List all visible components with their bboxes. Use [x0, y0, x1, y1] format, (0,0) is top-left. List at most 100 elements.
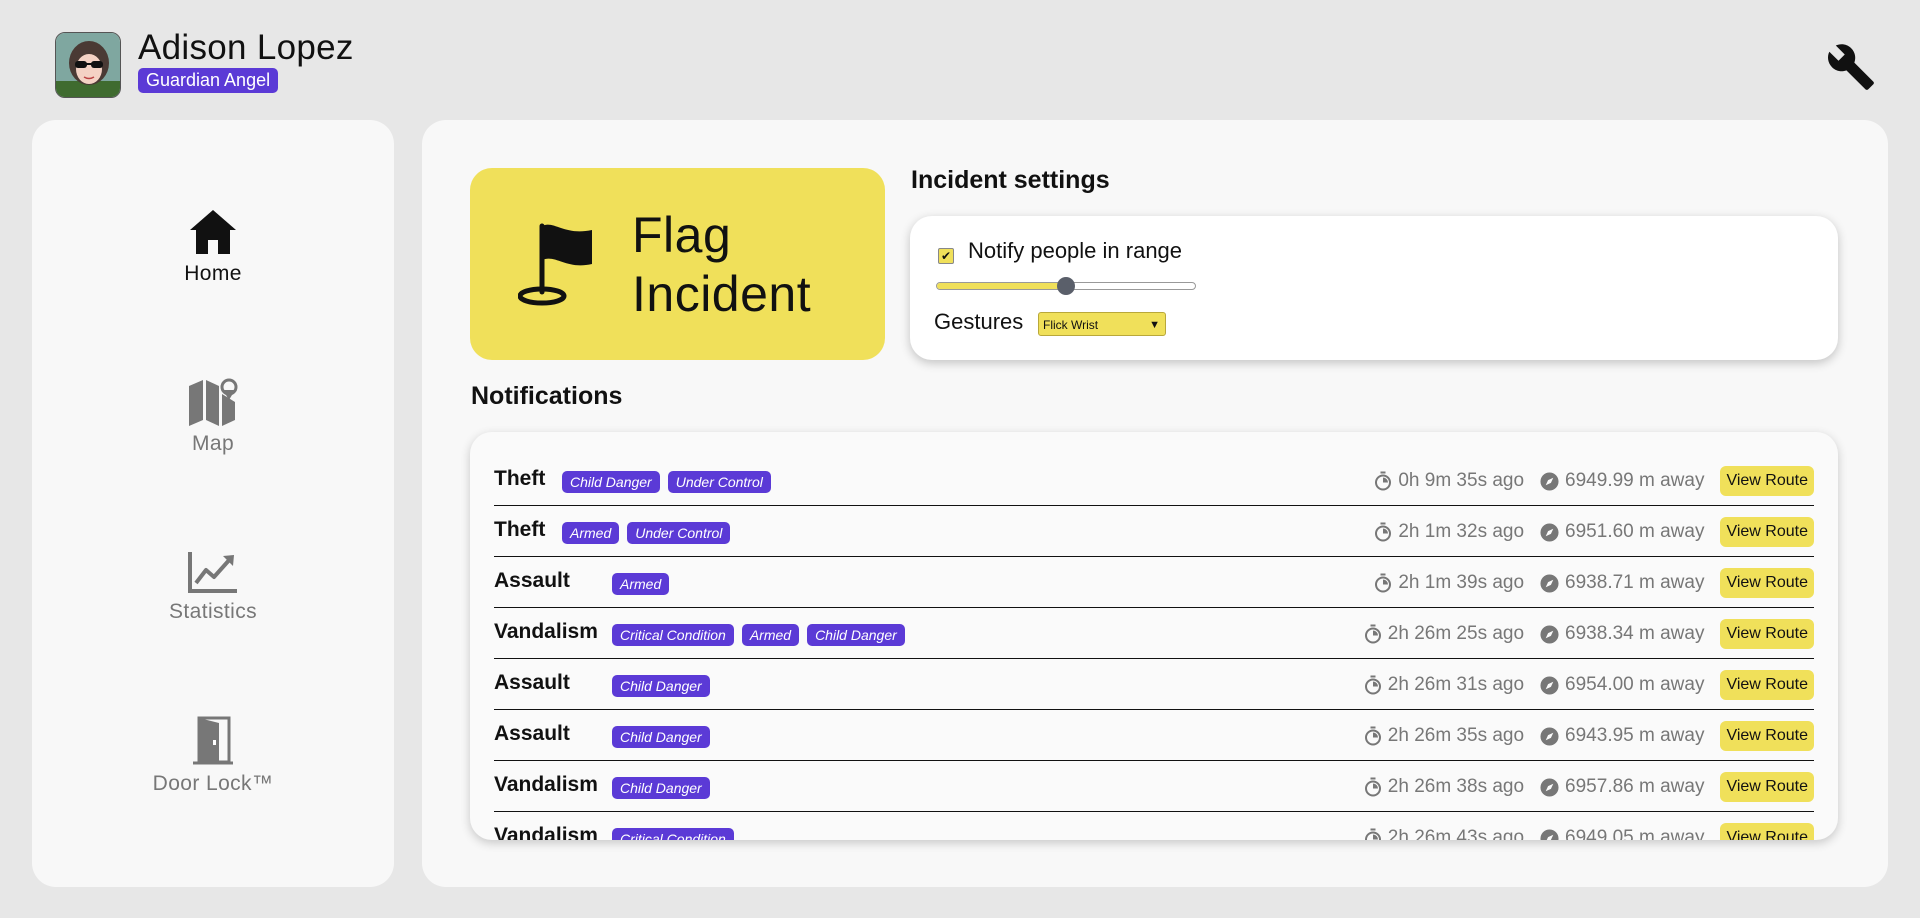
chevron-down-icon: ▼ [1149, 319, 1160, 331]
settings-button[interactable] [1826, 42, 1876, 92]
incident-tags: Child Danger [612, 777, 710, 799]
gesture-select[interactable]: Flick Wrist ▼ [1038, 312, 1166, 336]
notifications-title: Notifications [471, 382, 623, 410]
stopwatch-icon [1364, 828, 1381, 840]
notifications-card: Theft Child Danger Under Control 0h 9m 35s … [470, 432, 1838, 840]
notify-checkbox[interactable]: ✔ [938, 248, 954, 264]
notification-row: Vandalism Child Danger 2h 26m 38s ago 6957.… [494, 762, 1814, 812]
incident-distance: 6949.05 m away [1540, 827, 1704, 840]
sidebar-item-label: Home [184, 262, 242, 285]
stopwatch-icon [1364, 726, 1381, 746]
incident-type: Vandalism [494, 824, 598, 840]
flag-incident-button[interactable]: Flag Incident [470, 168, 885, 360]
gestures-label: Gestures [934, 309, 1024, 334]
role-badge: Guardian Angel [138, 68, 279, 93]
incident-type: Assault [494, 569, 570, 592]
sidebar-item-label: Door Lock™ [152, 772, 274, 795]
incident-tags: Armed Under Control [562, 522, 731, 544]
door-icon [193, 716, 233, 765]
view-route-button[interactable]: View Route [1720, 568, 1814, 598]
flag-icon [518, 223, 592, 306]
incident-distance: 6943.95 m away [1540, 725, 1704, 747]
incident-time: 2h 26m 43s ago [1364, 827, 1524, 840]
incident-type: Vandalism [494, 773, 598, 796]
incident-meta: 2h 1m 32s ago 6951.60 m away View Route [1374, 517, 1814, 547]
range-slider-fill [937, 283, 1066, 289]
sidebar-item-door-lock[interactable]: Door Lock™ [32, 716, 394, 796]
compass-icon [1540, 675, 1559, 695]
incident-time: 2h 26m 25s ago [1364, 623, 1524, 645]
sidebar-item-statistics[interactable]: Statistics [32, 550, 394, 624]
view-route-button[interactable]: View Route [1720, 517, 1814, 547]
incident-time: 2h 1m 39s ago [1374, 572, 1524, 594]
incident-distance: 6949.99 m away [1540, 470, 1704, 492]
incident-distance: 6938.34 m away [1540, 623, 1704, 645]
incident-tags: Child Danger [612, 675, 710, 697]
stopwatch-icon [1364, 624, 1381, 644]
tag-badge: Critical Condition [612, 624, 734, 646]
incident-distance: 6938.71 m away [1540, 572, 1704, 594]
notify-label: Notify people in range [968, 238, 1183, 263]
stopwatch-icon [1375, 573, 1392, 593]
incident-meta: 2h 26m 43s ago 6949.05 m away View Route [1364, 823, 1814, 840]
compass-icon [1540, 624, 1559, 644]
compass-icon [1540, 471, 1559, 491]
view-route-button[interactable]: View Route [1720, 772, 1814, 802]
incident-distance: 6954.00 m away [1540, 674, 1704, 696]
view-route-button[interactable]: View Route [1720, 466, 1814, 496]
incident-type: Theft [494, 518, 546, 541]
tag-badge: Critical Condition [612, 828, 734, 840]
notification-row: Vandalism Critical Condition 2h 26m 43s ag… [494, 813, 1814, 840]
incident-time: 0h 9m 35s ago [1374, 470, 1524, 492]
wrench-icon [1827, 44, 1874, 90]
compass-icon [1540, 522, 1559, 542]
incident-tags: Child Danger [612, 726, 710, 748]
tag-badge: Armed [612, 573, 670, 595]
notification-row: Assault Armed 2h 1m 39s ago 6938.71 m away V… [494, 558, 1814, 608]
tag-badge: Child Danger [612, 777, 710, 799]
compass-icon [1540, 828, 1559, 840]
map-icon [189, 378, 238, 426]
main-panel: Flag Incident Incident settings ✔ Notify… [422, 120, 1888, 887]
stopwatch-icon [1364, 777, 1381, 797]
chart-line-icon [188, 552, 237, 593]
compass-icon [1540, 726, 1559, 746]
tag-badge: Child Danger [612, 726, 710, 748]
incident-time: 2h 26m 35s ago [1364, 725, 1524, 747]
tag-badge: Under Control [667, 471, 771, 493]
incident-tags: Critical Condition Armed Child Danger [612, 624, 905, 646]
notifications-list: Theft Child Danger Under Control 0h 9m 35s … [494, 456, 1814, 840]
incident-settings-card: ✔ Notify people in range Gestures Flick … [910, 216, 1838, 360]
sidebar-item-home[interactable]: Home [32, 208, 394, 286]
view-route-button[interactable]: View Route [1720, 721, 1814, 751]
range-slider-thumb[interactable] [1057, 277, 1075, 295]
incident-meta: 2h 1m 39s ago 6938.71 m away View Route [1374, 568, 1814, 598]
sidebar-item-label: Map [191, 432, 235, 455]
sidebar-item-map[interactable]: Map [32, 378, 394, 456]
incident-time: 2h 26m 38s ago [1364, 776, 1524, 798]
tag-badge: Armed [562, 522, 620, 544]
notification-row: Assault Child Danger 2h 26m 35s ago 6943.95… [494, 711, 1814, 761]
range-slider[interactable] [936, 277, 1196, 295]
tag-badge: Child Danger [807, 624, 905, 646]
incident-distance: 6957.86 m away [1540, 776, 1704, 798]
stopwatch-icon [1375, 522, 1392, 542]
compass-icon [1540, 777, 1559, 797]
incident-time: 2h 1m 32s ago [1374, 521, 1524, 543]
incident-distance: 6951.60 m away [1540, 521, 1704, 543]
stopwatch-icon [1364, 675, 1381, 695]
incident-type: Assault [494, 671, 570, 694]
view-route-button[interactable]: View Route [1720, 619, 1814, 649]
incident-tags: Armed [612, 573, 670, 595]
flag-incident-label: Flag Incident [632, 207, 812, 322]
view-route-button[interactable]: View Route [1720, 670, 1814, 700]
tag-badge: Under Control [627, 522, 731, 544]
sidebar: Home Map Statistics Door Lock™ [32, 120, 394, 887]
incident-meta: 2h 26m 35s ago 6943.95 m away View Route [1364, 721, 1814, 751]
avatar[interactable] [55, 32, 121, 98]
view-route-button[interactable]: View Route [1720, 823, 1814, 840]
incident-type: Theft [494, 467, 546, 490]
incident-type: Vandalism [494, 620, 598, 643]
incident-meta: 2h 26m 38s ago 6957.86 m away View Route [1364, 772, 1814, 802]
incident-tags: Child Danger Under Control [562, 471, 771, 493]
